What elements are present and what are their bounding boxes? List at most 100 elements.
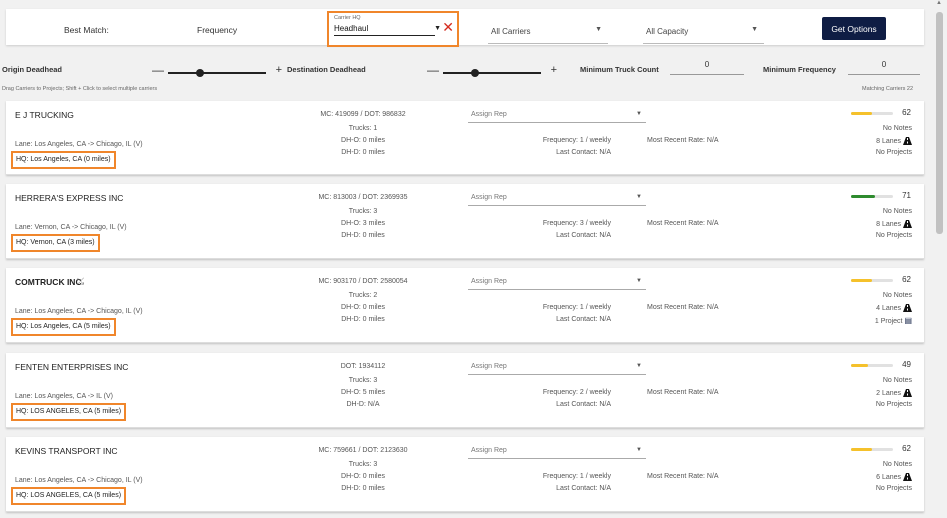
lanes-count: 6 Lanes: [876, 473, 902, 481]
drag-hint: Drag Carriers to Projects; Shift + Click…: [2, 86, 158, 92]
deadhead-origin: DH-O: 5 miles: [341, 389, 385, 396]
carrier-card[interactable]: FENTEN ENTERPRISES INC DOT: 1934112 Truc…: [6, 353, 924, 428]
assign-rep-select[interactable]: Assign Rep ▼: [468, 191, 646, 206]
capacity-select[interactable]: All Capacity ▼: [643, 15, 764, 44]
clipboard-icon[interactable]: ▤: [904, 316, 912, 325]
match-score: 49: [851, 360, 911, 370]
assign-rep-placeholder: Assign Rep: [471, 194, 507, 201]
projects-count: 1 Project: [874, 318, 903, 325]
score-value: 71: [902, 191, 911, 200]
origin-deadhead-slider[interactable]: — +: [152, 63, 282, 79]
notes-link[interactable]: No Notes: [883, 125, 912, 132]
carrier-hq: HQ: Los Angeles, CA (0 miles): [11, 151, 116, 169]
carrier-frequency: Frequency: 2 / weekly: [542, 389, 611, 396]
truck-count: Trucks: 1: [348, 125, 378, 132]
notes-link[interactable]: No Notes: [883, 208, 912, 215]
carrier-name[interactable]: COMTRUCK INC: [15, 277, 82, 287]
slider-handle[interactable]: [196, 69, 204, 77]
frequency-sort-label[interactable]: Frequency: [197, 25, 237, 35]
road-icon: [903, 137, 912, 145]
carrier-name[interactable]: FENTEN ENTERPRISES INC: [15, 362, 128, 372]
lanes-link[interactable]: 8 Lanes: [876, 220, 912, 228]
truck-count: Trucks: 3: [348, 208, 378, 215]
projects-link[interactable]: No Projects: [876, 401, 912, 408]
min-truck-count-input[interactable]: 0: [670, 60, 744, 75]
assign-rep-select[interactable]: Assign Rep ▼: [468, 444, 646, 459]
carrier-name[interactable]: E J TRUCKING: [15, 110, 74, 120]
score-bar-fill: [851, 448, 872, 451]
mc-dot-number: MC: 813003 / DOT: 2369935: [318, 194, 408, 201]
deadhead-destination: DH-D: N/A: [346, 401, 380, 408]
assign-rep-select[interactable]: Assign Rep ▼: [468, 275, 646, 290]
carrier-card[interactable]: E J TRUCKING MC: 419099 / DOT: 986832 Tr…: [6, 101, 924, 175]
road-icon: [903, 304, 912, 312]
lanes-link[interactable]: 6 Lanes: [876, 473, 912, 481]
min-truck-count-label: Minimum Truck Count: [580, 65, 659, 74]
carrier-frequency: Frequency: 1 / weekly: [542, 473, 611, 480]
assign-rep-placeholder: Assign Rep: [471, 363, 507, 370]
projects-link[interactable]: No Projects: [876, 232, 912, 239]
score-bar: [851, 448, 893, 451]
matching-carriers-count: Matching Carriers 22: [862, 86, 914, 92]
projects-count: No Projects: [875, 485, 912, 492]
lanes-link[interactable]: 4 Lanes: [876, 304, 912, 312]
deadhead-origin: DH-O: 3 miles: [341, 220, 385, 227]
score-value: 62: [902, 275, 911, 284]
projects-count: No Projects: [875, 149, 912, 156]
assign-rep-placeholder: Assign Rep: [471, 447, 507, 454]
carrier-hq: HQ: LOS ANGELES, CA (5 miles): [11, 403, 127, 421]
projects-link[interactable]: No Projects: [876, 149, 912, 156]
notes-link[interactable]: No Notes: [883, 377, 912, 384]
score-value: 62: [902, 444, 911, 453]
assign-rep-select[interactable]: Assign Rep ▼: [468, 108, 646, 123]
last-contact: Last Contact: N/A: [556, 401, 611, 408]
assign-rep-select[interactable]: Assign Rep ▼: [468, 360, 646, 375]
scrollbar[interactable]: ▲: [934, 0, 945, 518]
destination-deadhead-slider[interactable]: — +: [427, 63, 557, 79]
carrier-hq: HQ: Los Angeles, CA (5 miles): [11, 318, 116, 336]
score-bar-fill: [851, 279, 872, 282]
slider-handle[interactable]: [471, 69, 479, 77]
projects-count: No Projects: [875, 401, 912, 408]
carrier-hq-select[interactable]: Carrier HQ Headhaul ▼ ✕: [327, 11, 459, 47]
chevron-down-icon[interactable]: ▼: [434, 25, 441, 32]
carrier-name[interactable]: KEVINS TRANSPORT INC: [15, 446, 118, 456]
score-value: 49: [902, 360, 911, 369]
notes-link[interactable]: No Notes: [883, 461, 912, 468]
mc-dot-number: MC: 903170 / DOT: 2580054: [318, 278, 408, 285]
carrier-card[interactable]: COMTRUCK INC ⤯ MC: 903170 / DOT: 2580054…: [6, 268, 924, 343]
match-score: 71: [851, 191, 911, 201]
score-bar-fill: [851, 112, 872, 115]
projects-count: No Projects: [875, 232, 912, 239]
plus-icon: +: [550, 64, 557, 76]
carrier-card[interactable]: KEVINS TRANSPORT INC MC: 759661 / DOT: 2…: [6, 437, 924, 512]
projects-link[interactable]: 1 Project ▤: [875, 316, 912, 325]
mc-dot-number: MC: 759661 / DOT: 2123630: [318, 447, 408, 454]
min-frequency-input[interactable]: 0: [848, 60, 920, 75]
lanes-link[interactable]: 2 Lanes: [876, 389, 912, 397]
lanes-count: 2 Lanes: [876, 389, 902, 397]
notes-link[interactable]: No Notes: [883, 292, 912, 299]
carrier-hq-value: Headhaul: [334, 24, 369, 33]
get-options-button[interactable]: Get Options: [822, 17, 886, 40]
scroll-up-icon[interactable]: ▲: [936, 0, 942, 6]
carrier-frequency: Frequency: 1 / weekly: [542, 137, 611, 144]
lanes-link[interactable]: 8 Lanes: [876, 137, 912, 145]
last-contact: Last Contact: N/A: [556, 149, 611, 156]
chevron-down-icon: ▼: [595, 26, 602, 33]
carrier-lane: Lane: Los Angeles, CA -> Chicago, IL (V): [15, 477, 143, 484]
deadhead-destination: DH-D: 0 miles: [341, 316, 385, 323]
last-contact: Last Contact: N/A: [556, 232, 611, 239]
slider-track: [168, 72, 266, 74]
carrier-card[interactable]: HERRERA'S EXPRESS INC MC: 813003 / DOT: …: [6, 184, 924, 259]
carrier-name[interactable]: HERRERA'S EXPRESS INC: [15, 193, 123, 203]
scrollbar-thumb[interactable]: [936, 12, 943, 234]
carriers-select[interactable]: All Carriers ▼: [488, 15, 608, 44]
most-recent-rate: Most Recent Rate: N/A: [647, 389, 719, 396]
capacity-select-value: All Capacity: [646, 27, 689, 36]
clear-icon[interactable]: ✕: [442, 20, 454, 34]
projects-link[interactable]: No Projects: [876, 485, 912, 492]
lanes-count: 8 Lanes: [876, 220, 902, 228]
assign-rep-placeholder: Assign Rep: [471, 278, 507, 285]
truck-count: Trucks: 3: [348, 377, 378, 384]
